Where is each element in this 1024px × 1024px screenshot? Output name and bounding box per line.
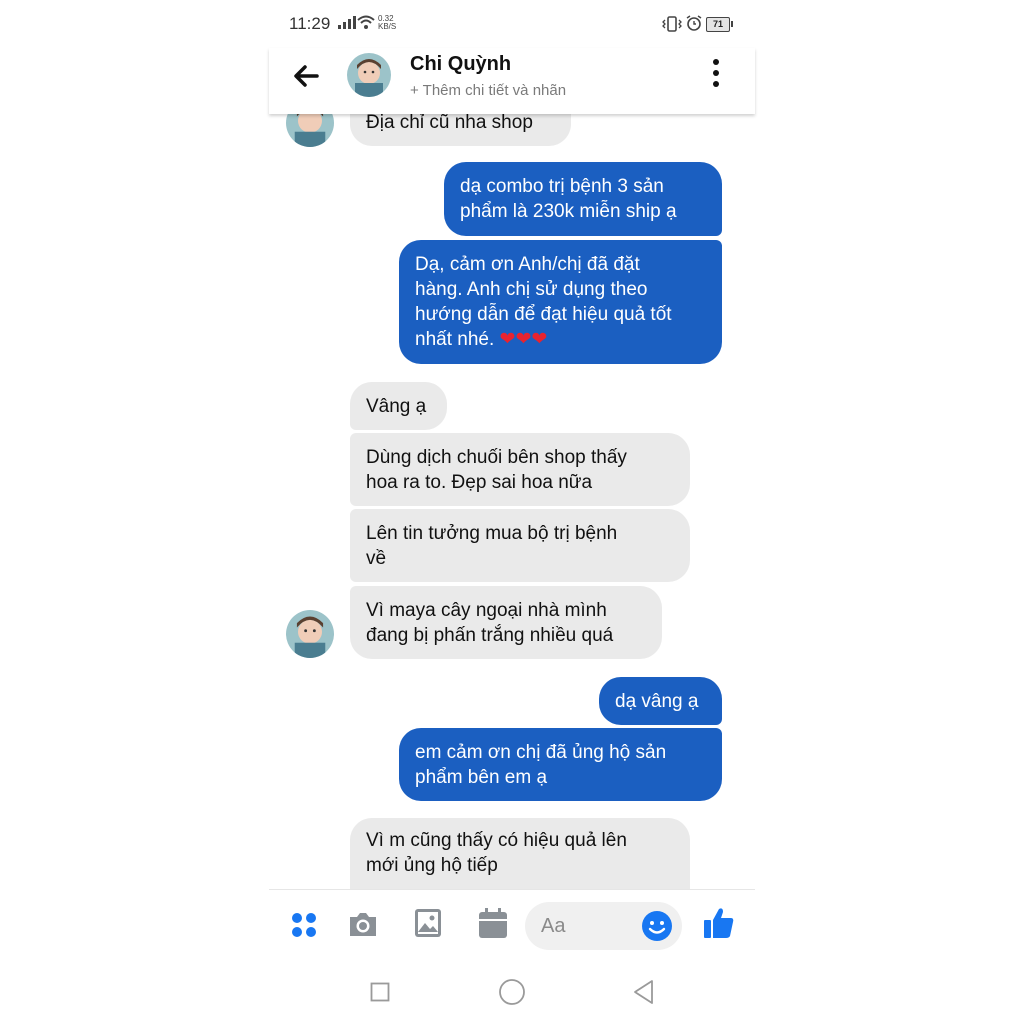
more-options-icon[interactable] xyxy=(709,59,723,91)
messenger-screen: 11:29 0.32 KB/S 71 Chi Quỳnh + Thêm chi … xyxy=(269,0,755,1024)
message-composer: Aa xyxy=(269,889,755,964)
message-bubble-outgoing[interactable]: dạ combo trị bệnh 3 sản phẩm là 230k miễn… xyxy=(444,162,722,236)
net-speed: 0.32 KB/S xyxy=(378,15,396,31)
thumbs-up-icon[interactable] xyxy=(703,906,735,940)
message-text: Dùng dịch chuối bên shop thấy hoa ra to. … xyxy=(366,446,627,493)
status-bar: 11:29 0.32 KB/S 71 xyxy=(269,0,755,48)
apps-icon[interactable] xyxy=(291,912,317,938)
message-bubble-incoming[interactable]: Lên tin tưởng mua bộ trị bệnh về xyxy=(350,509,690,582)
contact-avatar-small[interactable] xyxy=(286,610,334,658)
add-details-link[interactable]: + Thêm chi tiết và nhãn xyxy=(410,82,566,99)
message-text: Vâng ạ xyxy=(366,395,427,417)
message-bubble-incoming[interactable]: Vâng ạ xyxy=(350,382,447,430)
status-time: 11:29 xyxy=(289,14,331,33)
wifi-icon xyxy=(357,15,375,29)
message-bubble-incoming[interactable]: Dùng dịch chuối bên shop thấy hoa ra to. … xyxy=(350,433,690,506)
contact-name[interactable]: Chi Quỳnh xyxy=(410,53,511,76)
system-nav-bar xyxy=(269,963,755,1024)
signal-icon xyxy=(338,16,356,29)
recents-icon[interactable] xyxy=(370,982,390,1002)
message-bubble-incoming[interactable]: Vì maya cây ngoại nhà mình đang bị phấn t… xyxy=(350,586,662,659)
back-icon[interactable] xyxy=(632,979,656,1005)
message-text: dạ vâng ạ xyxy=(615,690,699,712)
message-bubble-outgoing[interactable]: em cảm ơn chị đã ủng hộ sản phẩm bên em ạ xyxy=(399,728,722,801)
calendar-icon[interactable] xyxy=(478,907,508,939)
message-text: Vì maya cây ngoại nhà mình đang bị phấn t… xyxy=(366,599,614,646)
chat-header: Chi Quỳnh + Thêm chi tiết và nhãn xyxy=(269,48,755,114)
message-text: em cảm ơn chị đã ủng hộ sản phẩm bên em ạ xyxy=(415,741,667,788)
message-list[interactable]: Địa chỉ cũ nha shop dạ combo trị bệnh 3 … xyxy=(269,114,755,889)
vibrate-icon xyxy=(662,16,682,32)
message-bubble-incoming[interactable]: Vì m cũng thấy có hiệu quả lên mới ủng hộ… xyxy=(350,818,690,889)
message-text: Vì m cũng thấy có hiệu quả lên mới ủng hộ… xyxy=(366,830,627,876)
message-bubble-incoming[interactable]: Địa chỉ cũ nha shop xyxy=(350,114,571,146)
message-input[interactable]: Aa xyxy=(525,902,682,950)
message-text: Địa chỉ cũ nha shop xyxy=(366,114,533,133)
emoji-icon[interactable] xyxy=(641,910,673,942)
home-icon[interactable] xyxy=(498,978,526,1006)
battery-indicator: 71 xyxy=(706,17,733,32)
net-speed-unit: KB/S xyxy=(378,22,397,31)
camera-icon[interactable] xyxy=(347,910,379,938)
message-text: Dạ, cảm ơn Anh/chị đã đặt hàng. Anh chị … xyxy=(415,254,672,350)
contact-avatar[interactable] xyxy=(347,53,391,97)
message-text: Lên tin tưởng mua bộ trị bệnh về xyxy=(366,522,618,569)
message-text: dạ combo trị bệnh 3 sản phẩm là 230k miễn… xyxy=(460,176,677,222)
message-bubble-outgoing[interactable]: dạ vâng ạ xyxy=(599,677,722,725)
back-arrow-icon[interactable] xyxy=(291,62,321,90)
message-input-placeholder: Aa xyxy=(541,915,566,937)
contact-avatar-small[interactable] xyxy=(286,114,334,147)
alarm-icon xyxy=(686,15,702,31)
gallery-icon[interactable] xyxy=(414,908,442,938)
message-bubble-outgoing[interactable]: Dạ, cảm ơn Anh/chị đã đặt hàng. Anh chị … xyxy=(399,240,722,364)
